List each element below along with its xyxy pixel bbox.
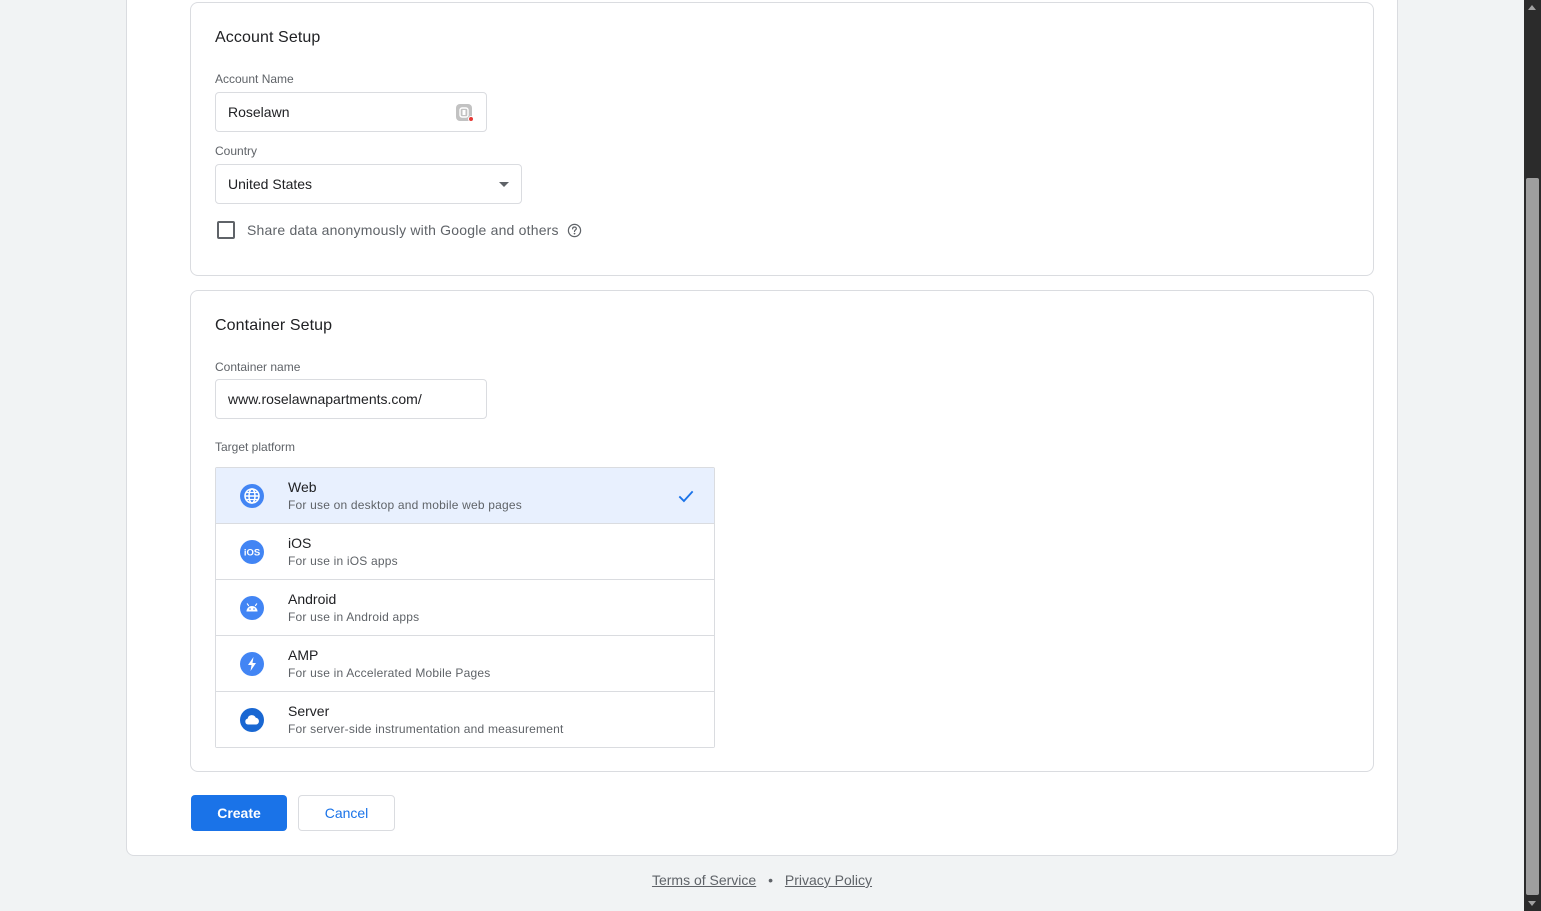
password-manager-icon[interactable] — [456, 104, 474, 122]
checkmark-icon — [678, 490, 694, 503]
country-label: Country — [215, 144, 258, 158]
target-platform-label: Target platform — [215, 440, 296, 454]
platform-description: For use in iOS apps — [288, 554, 398, 568]
privacy-policy-link[interactable]: Privacy Policy — [785, 872, 872, 888]
share-data-row: Share data anonymously with Google and o… — [217, 221, 582, 239]
terms-of-service-link[interactable]: Terms of Service — [652, 872, 756, 888]
container-setup-title: Container Setup — [215, 317, 333, 334]
country-select[interactable]: United States — [215, 164, 522, 204]
platform-description: For use on desktop and mobile web pages — [288, 498, 522, 512]
create-button[interactable]: Create — [191, 795, 287, 831]
footer-separator: • — [768, 872, 773, 888]
platform-item-ios[interactable]: iOS iOS For use in iOS apps — [216, 524, 714, 580]
lightning-icon — [240, 652, 264, 676]
container-setup-section: Container Setup Container name www.rosel… — [190, 290, 1374, 772]
help-icon[interactable] — [567, 223, 582, 238]
container-name-input[interactable]: www.roselawnapartments.com/ — [215, 379, 487, 419]
platform-name: iOS — [288, 535, 312, 551]
platform-item-web[interactable]: Web For use on desktop and mobile web pa… — [216, 468, 714, 524]
footer: Terms of Service • Privacy Policy — [0, 872, 1524, 888]
container-name-value: www.roselawnapartments.com/ — [228, 391, 422, 407]
globe-icon — [240, 484, 264, 508]
account-name-value: Roselawn — [228, 104, 290, 120]
platform-name: AMP — [288, 647, 319, 663]
country-value: United States — [228, 176, 313, 192]
dropdown-arrow-icon — [499, 182, 509, 187]
scrollbar[interactable] — [1524, 0, 1541, 911]
cancel-button[interactable]: Cancel — [298, 795, 395, 831]
scroll-up-icon[interactable] — [1528, 5, 1536, 10]
container-name-label: Container name — [215, 360, 301, 374]
platform-description: For use in Android apps — [288, 610, 420, 624]
share-data-label[interactable]: Share data anonymously with Google and o… — [247, 222, 559, 238]
scrollbar-thumb[interactable] — [1526, 178, 1539, 895]
android-icon — [240, 596, 264, 620]
platform-description: For server-side instrumentation and meas… — [288, 722, 564, 736]
account-setup-section: Account Setup Account Name Roselawn Coun… — [190, 2, 1374, 276]
platform-item-server[interactable]: Server For server-side instrumentation a… — [216, 692, 714, 747]
svg-text:iOS: iOS — [244, 548, 260, 559]
account-name-label: Account Name — [215, 72, 294, 86]
platform-item-android[interactable]: Android For use in Android apps — [216, 580, 714, 636]
platform-name: Android — [288, 591, 337, 607]
ios-icon: iOS — [240, 540, 264, 564]
platform-name: Web — [288, 479, 317, 495]
cloud-icon — [240, 708, 264, 732]
account-name-input[interactable]: Roselawn — [215, 92, 487, 132]
share-data-checkbox[interactable] — [217, 221, 235, 239]
platform-item-amp[interactable]: AMP For use in Accelerated Mobile Pages — [216, 636, 714, 692]
account-setup-title: Account Setup — [215, 29, 321, 46]
platform-description: For use in Accelerated Mobile Pages — [288, 666, 491, 680]
platform-name: Server — [288, 703, 330, 719]
scroll-down-icon[interactable] — [1528, 901, 1536, 906]
platform-list: Web For use on desktop and mobile web pa… — [215, 467, 715, 748]
